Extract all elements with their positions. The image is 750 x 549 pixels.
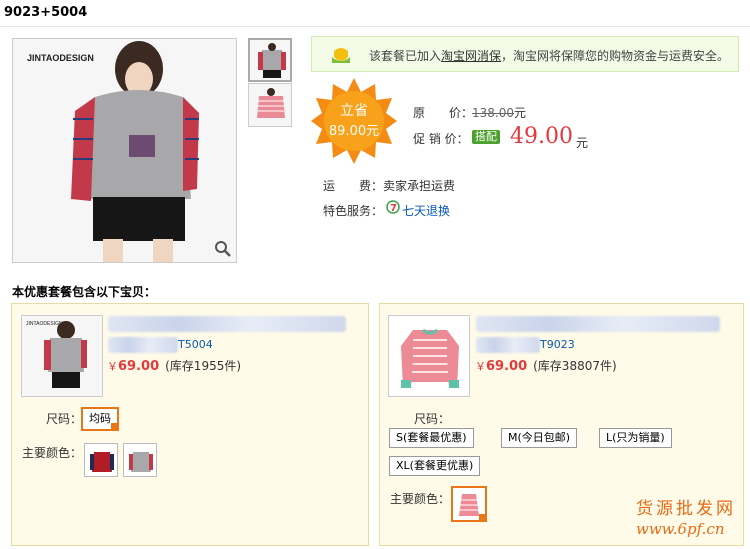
notice-text: 该套餐已加入: [369, 49, 442, 63]
product-price: ￥69.00 (库存1955件): [107, 357, 241, 374]
product-image-2[interactable]: [388, 315, 470, 397]
savings-label: 立省: [340, 103, 368, 119]
selected-check-icon: [479, 514, 485, 520]
watermark-title: 货源批发网: [636, 499, 736, 519]
shipping-value: 卖家承担运费: [383, 179, 456, 193]
currency-symbol: ￥: [475, 360, 486, 373]
stock-count: (库存38807件): [533, 359, 617, 373]
size-option-one-size[interactable]: 均码: [81, 407, 119, 431]
product-title-blurred: [108, 316, 346, 332]
divider: [0, 26, 750, 27]
selected-check-icon: [111, 423, 119, 431]
color-label: 主要颜色：: [390, 492, 451, 506]
savings-badge: 立省 89.00元: [311, 78, 397, 164]
size-option-s[interactable]: S(套餐最优惠): [389, 428, 474, 448]
bundle-item-panel-1: JINTAODESIGN T5004 ￥69.00 (库存1955件) 尺码： 均…: [11, 303, 369, 546]
brand-logo-text: JINTAODESIGN: [27, 53, 94, 63]
watermark-url: www.6pf.cn: [636, 520, 725, 538]
color-label: 主要颜色：: [22, 446, 83, 460]
product-title-blurred-2: [476, 337, 540, 353]
product-image-1[interactable]: JINTAODESIGN: [21, 315, 103, 397]
promo-price-label: 促 销 价：: [413, 132, 469, 146]
promo-price-value: 49.00: [510, 124, 573, 149]
bundle-section-title: 本优惠套餐包含以下宝贝：: [12, 285, 157, 299]
price-value: 69.00: [118, 359, 160, 374]
bundle-tag: 搭配: [472, 130, 500, 144]
product-code[interactable]: T9023: [540, 338, 575, 351]
price-value: 69.00: [486, 359, 528, 374]
consumer-protection-link[interactable]: 淘宝网消保: [441, 49, 501, 63]
size-option-xl[interactable]: XL(套餐更优惠): [389, 456, 481, 476]
product-title-blurred: [476, 316, 720, 332]
service-label: 特色服务：: [323, 204, 384, 218]
color-swatch-pink[interactable]: [451, 486, 487, 522]
shield-hand-icon: [332, 48, 350, 63]
service-value-link[interactable]: 七天退换: [402, 202, 450, 219]
size-option-m[interactable]: M(今日包邮): [501, 428, 578, 448]
original-price-value: 138.00: [472, 106, 514, 120]
notice-text-end: ，淘宝网将保障您的购物资金与运费安全。: [501, 49, 730, 63]
size-option-l[interactable]: L(只为销量): [599, 428, 672, 448]
size-label: 尺码：: [414, 412, 451, 426]
size-option-label: 均码: [89, 412, 111, 425]
brand-logo-text: JINTAODESIGN: [26, 321, 63, 327]
savings-amount: 89.00元: [328, 124, 380, 139]
size-label: 尺码：: [46, 412, 83, 426]
promo-price-unit: 元: [576, 136, 589, 150]
product-price: ￥69.00 (库存38807件): [475, 357, 617, 374]
page-title: 9023+5004: [4, 5, 88, 20]
buyer-protection-notice: 该套餐已加入淘宝网消保，淘宝网将保障您的购物资金与运费安全。: [311, 36, 739, 72]
product-code[interactable]: T5004: [178, 338, 213, 351]
color-swatch-grey[interactable]: [123, 443, 157, 477]
original-price-label: 原 价：: [413, 106, 474, 120]
thumbnail-pink-shirt[interactable]: [248, 83, 292, 127]
seven-day-return-icon: 7: [386, 200, 400, 214]
original-price-unit: 元: [514, 106, 527, 120]
main-product-image[interactable]: JINTAODESIGN: [12, 38, 237, 263]
thumbnail-grey-shirt[interactable]: [248, 38, 292, 82]
color-swatch-red[interactable]: [84, 443, 118, 477]
shipping-label: 运 费：: [323, 179, 384, 193]
svg-text:7: 7: [390, 203, 397, 214]
zoom-icon[interactable]: [214, 240, 232, 258]
shirt-model-image: JINTAODESIGN: [13, 39, 236, 262]
stock-count: (库存1955件): [165, 359, 242, 373]
currency-symbol: ￥: [107, 360, 118, 373]
product-title-blurred-2: [108, 337, 178, 353]
